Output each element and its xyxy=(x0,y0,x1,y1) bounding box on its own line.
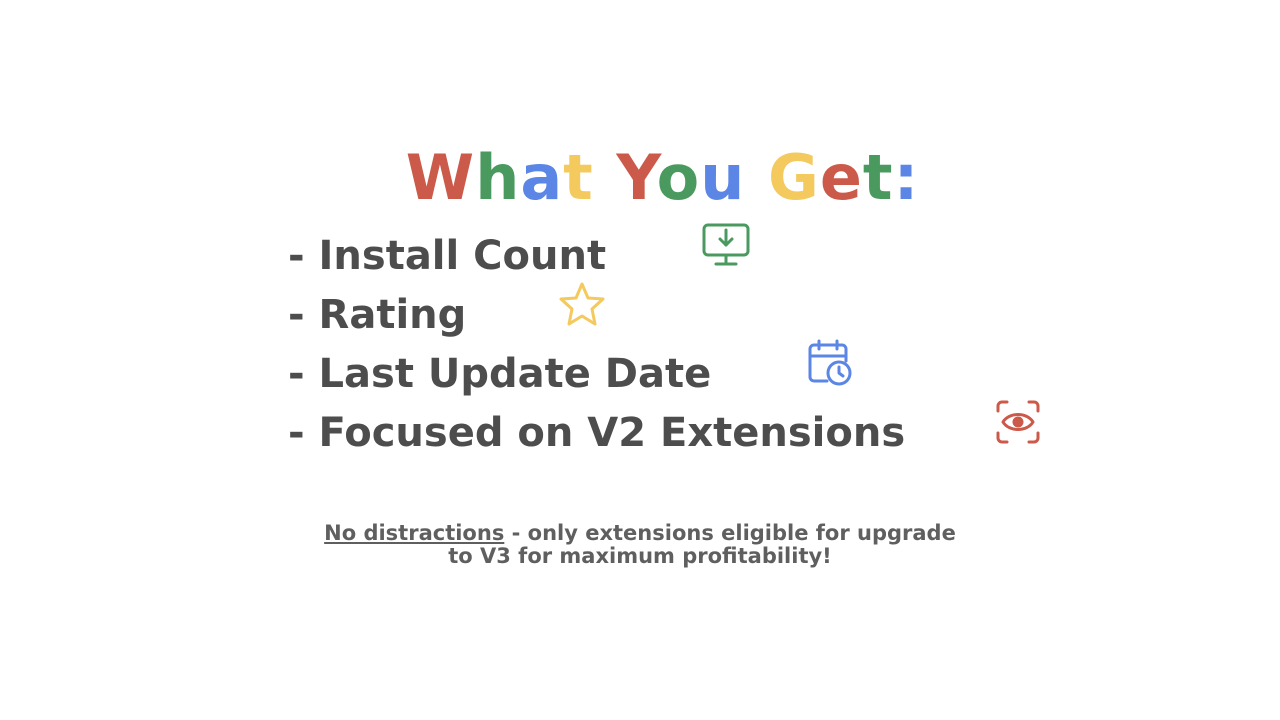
feature-focused-v2: - Focused on V2 Extensions xyxy=(288,400,1041,462)
title-letter: a xyxy=(520,141,564,214)
feature-label: - Rating xyxy=(288,291,467,338)
title-letter xyxy=(594,141,617,214)
star-icon xyxy=(474,235,606,383)
calendar-clock-icon xyxy=(723,293,853,443)
title-letter: G xyxy=(767,141,820,214)
title-letter: : xyxy=(893,141,920,214)
footer-note: No distractions - only extensions eligib… xyxy=(0,522,1280,568)
title-letter: t xyxy=(862,141,894,214)
title-letter: e xyxy=(819,141,863,214)
footer-rest: - only extensions eligible for upgrade xyxy=(504,521,956,545)
eye-focus-icon xyxy=(911,353,1041,501)
footer-emphasis: No distractions xyxy=(324,521,505,545)
footer-line-1: No distractions - only extensions eligib… xyxy=(0,522,1280,545)
title-letter: t xyxy=(563,141,594,214)
footer-line-2: to V3 for maximum profitability! xyxy=(448,544,832,568)
feature-list: - Install Count - Rating - Last Update D… xyxy=(288,223,1041,462)
title-letter: W xyxy=(405,141,476,214)
title-letter: h xyxy=(475,141,521,214)
feature-install-count: - Install Count xyxy=(288,223,1041,285)
